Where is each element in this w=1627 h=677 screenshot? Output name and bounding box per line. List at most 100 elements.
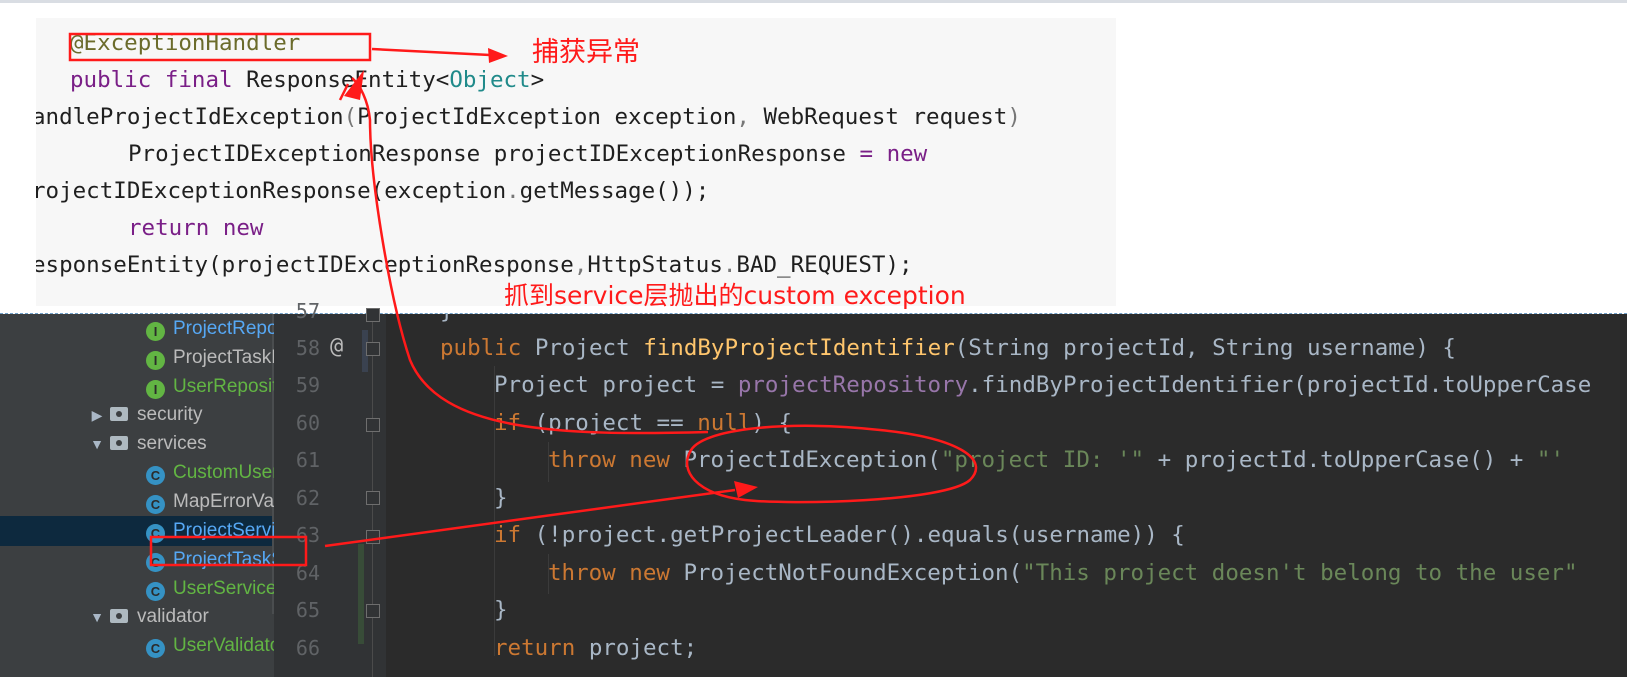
folder-icon — [110, 407, 128, 421]
type-name: rojectIDExceptionResponse — [36, 178, 371, 204]
tree-item-validator[interactable]: ▼ validator — [84, 602, 209, 632]
tree-item-security[interactable]: ▶ security — [84, 400, 203, 430]
chevron-down-icon[interactable]: ▼ — [84, 602, 110, 632]
code-line-62: } — [494, 479, 508, 517]
class-icon: C — [146, 582, 165, 601]
method-name: andleProjectIdException — [36, 104, 344, 130]
expression: + projectId.toUpperCase() + — [1144, 447, 1537, 473]
param: WebRequest request — [763, 104, 1008, 130]
exception-call: ProjectNotFoundException( — [683, 560, 1023, 586]
line-number: 65 — [295, 598, 320, 622]
tree-item-projecttaskrepository[interactable]: I ProjectTaskR — [146, 343, 274, 373]
line-number: 61 — [295, 448, 320, 472]
string: "This project doesn't belong to the user… — [1022, 560, 1578, 586]
line-number: 58 — [295, 336, 320, 360]
punct: ( — [343, 104, 358, 130]
brace: ) { — [751, 410, 793, 436]
tree-item-projecttaskservice[interactable]: C ProjectTaskS — [146, 545, 274, 575]
project-tree: I ProjectRepos I ProjectTaskR I UserReposit… — [0, 314, 274, 677]
interface-icon: I — [146, 351, 165, 370]
punct: , — [736, 104, 764, 130]
statement: project; — [588, 635, 698, 661]
tree-item-label: ProjectRepos — [173, 318, 274, 339]
line-number: 64 — [295, 561, 320, 585]
tree-item-label: ProjectTaskS — [173, 549, 274, 570]
exception-handler-annotation: @ExceptionHandler — [70, 30, 301, 56]
tree-item-userrepository[interactable]: I UserReposito — [146, 372, 274, 402]
fold-icon[interactable] — [366, 308, 380, 322]
declaration: ProjectIDExceptionResponse projectIDExce… — [128, 141, 860, 167]
ide-panel: I ProjectRepos I ProjectTaskR I UserReposit… — [0, 299, 1627, 677]
brace: } — [440, 314, 454, 324]
call: .findByProjectIdentifier(projectId.toUpp… — [968, 372, 1592, 398]
snippet-line-method: andleProjectIdException(ProjectIdExcepti… — [36, 98, 1034, 136]
tree-item-label: ProjectTaskR — [173, 347, 274, 368]
code-line-58: public Project findByProjectIdentifier(S… — [440, 329, 1456, 367]
line-number: 66 — [295, 636, 320, 660]
folder-icon — [110, 609, 128, 623]
chevron-down-icon[interactable]: ▼ — [84, 429, 110, 459]
keyword: if — [494, 522, 535, 548]
tree-item-maperrorvalidation[interactable]: C MapErrorVal — [146, 487, 274, 517]
generic-type: Object — [449, 67, 531, 93]
class-icon: C — [146, 553, 165, 572]
vcs-change-bar — [358, 544, 364, 644]
punct: ); — [885, 252, 913, 278]
punct: . — [722, 252, 737, 278]
punct: . — [506, 178, 520, 204]
service-exception-note: 抓到service层抛出的custom exception — [504, 281, 966, 310]
tree-item-services[interactable]: ▼ services — [84, 429, 207, 459]
params: (String projectId, String username) { — [954, 335, 1456, 361]
keyword: return new — [128, 215, 264, 241]
tree-item-customuserdetailsservice[interactable]: C CustomUserI — [146, 458, 274, 488]
code-editor[interactable]: } public Project findByProjectIdentifier… — [388, 314, 1627, 677]
interface-icon: I — [146, 322, 165, 341]
line-number: 57 — [295, 299, 320, 323]
tree-item-label: security — [137, 404, 203, 425]
fold-icon[interactable] — [366, 604, 380, 618]
brace: } — [494, 485, 508, 511]
method-call: getMessage — [519, 178, 656, 204]
code-line-60: if (project == null) { — [494, 404, 792, 442]
class-icon: C — [146, 524, 165, 543]
code-line-59: Project project = projectRepository.find… — [494, 366, 1591, 404]
param: ProjectIdException exception — [357, 104, 737, 130]
line-number: 63 — [295, 523, 320, 547]
field: projectRepository — [737, 372, 969, 398]
fold-icon[interactable] — [366, 342, 380, 356]
tree-item-projectrepository[interactable]: I ProjectRepos — [146, 314, 274, 344]
condition: (!project.getProjectLeader().equals(user… — [534, 522, 1185, 548]
code-line-57: } — [440, 314, 454, 330]
tree-item-label: validator — [137, 606, 209, 627]
punct: < — [435, 67, 450, 93]
fold-icon[interactable] — [366, 491, 380, 505]
keyword: throw new — [548, 560, 684, 586]
constant: BAD_REQUEST — [736, 252, 886, 278]
punct: , — [573, 252, 588, 278]
declaration: Project project = — [494, 372, 738, 398]
punct: ) — [1007, 104, 1035, 130]
keyword: public final — [70, 67, 247, 93]
chevron-right-icon[interactable]: ▶ — [84, 400, 110, 430]
code-line-66: return project; — [494, 629, 697, 667]
args: (exception — [370, 178, 507, 204]
line-number: 62 — [295, 486, 320, 510]
keyword: null — [697, 410, 752, 436]
override-marker-icon[interactable]: @ — [330, 334, 343, 359]
fold-icon[interactable] — [366, 418, 380, 432]
interface-icon: I — [146, 380, 165, 399]
tree-item-uservalidator[interactable]: C UserValidato — [146, 631, 274, 661]
tree-item-projectservice[interactable]: C ProjectServic — [0, 516, 274, 546]
fold-icon[interactable] — [366, 530, 380, 544]
tree-item-userservice[interactable]: C UserService — [146, 574, 274, 604]
punct: ()); — [655, 178, 710, 204]
type-name: esponseEntity — [36, 252, 209, 278]
args: (projectIDExceptionResponse — [208, 252, 574, 278]
snippet-line-annotation: @ExceptionHandler — [70, 24, 300, 62]
string: "project ID: '" — [940, 447, 1145, 473]
line-number: 59 — [295, 373, 320, 397]
operator: = — [859, 141, 887, 167]
brace: } — [494, 597, 508, 623]
tree-item-label: MapErrorVal — [173, 491, 274, 512]
class-icon: C — [146, 466, 165, 485]
